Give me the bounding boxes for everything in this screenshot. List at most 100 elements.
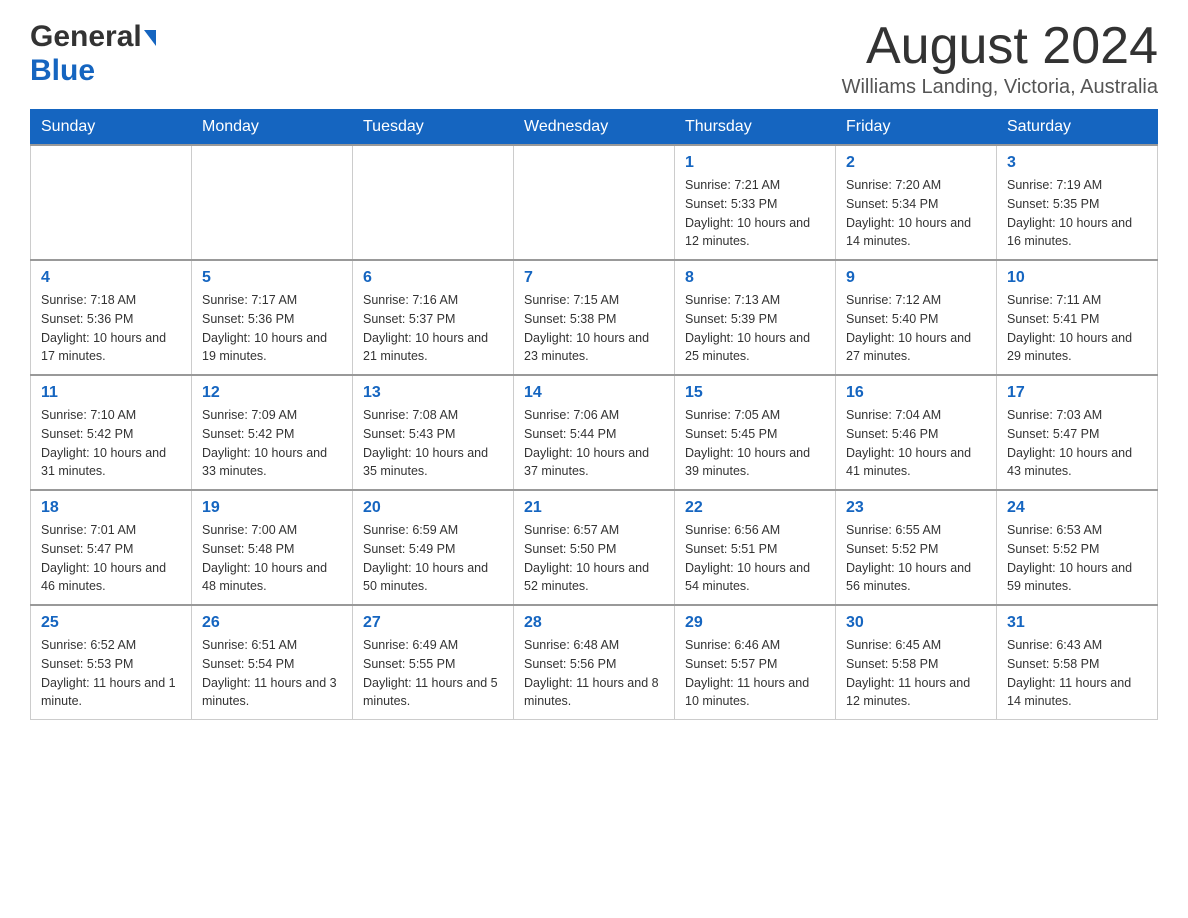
day-info: Sunrise: 7:06 AMSunset: 5:44 PMDaylight:… [524,406,664,481]
table-row: 26Sunrise: 6:51 AMSunset: 5:54 PMDayligh… [192,605,353,720]
day-number: 15 [685,384,825,402]
table-row: 19 Sunrise: 7:00 AMSunset: 5:48 PMDayligh… [192,490,353,605]
table-row: 28 Sunrise: 6:48 AMSunset: 5:56 PMDayligh… [514,605,675,720]
table-row: 9Sunrise: 7:12 AMSunset: 5:40 PMDaylight… [836,260,997,375]
table-row: 16 Sunrise: 7:04 AMSunset: 5:46 PMDayligh… [836,375,997,490]
day-info: Sunrise: 6:55 AMSunset: 5:52 PMDaylight:… [846,521,986,596]
col-wednesday: Wednesday [514,110,675,146]
day-number: 29 [685,614,825,632]
day-number: 8 [685,269,825,287]
day-info: Sunrise: 6:43 AMSunset: 5:58 PMDaylight:… [1007,636,1147,711]
day-number: 11 [41,384,181,402]
table-row: 20 Sunrise: 6:59 AMSunset: 5:49 PMDayligh… [353,490,514,605]
day-info: Sunrise: 6:57 AMSunset: 5:50 PMDaylight:… [524,521,664,596]
day-number: 14 [524,384,664,402]
table-row: 15 Sunrise: 7:05 AMSunset: 5:45 PMDayligh… [675,375,836,490]
day-info: Sunrise: 6:48 AMSunset: 5:56 PMDaylight:… [524,636,664,711]
day-number: 1 [685,154,825,172]
day-info: Sunrise: 7:16 AMSunset: 5:37 PMDaylight:… [363,291,503,366]
day-number: 19 [202,499,342,517]
subtitle: Williams Landing, Victoria, Australia [842,76,1158,99]
day-number: 22 [685,499,825,517]
day-info: Sunrise: 7:03 AMSunset: 5:47 PMDaylight:… [1007,406,1147,481]
table-row: 25Sunrise: 6:52 AMSunset: 5:53 PMDayligh… [31,605,192,720]
day-number: 6 [363,269,503,287]
day-number: 16 [846,384,986,402]
table-row: 14 Sunrise: 7:06 AMSunset: 5:44 PMDayligh… [514,375,675,490]
day-info: Sunrise: 7:01 AMSunset: 5:47 PMDaylight:… [41,521,181,596]
calendar-week-row: 4 Sunrise: 7:18 AMSunset: 5:36 PMDaylight… [31,260,1158,375]
day-number: 12 [202,384,342,402]
table-row: 23 Sunrise: 6:55 AMSunset: 5:52 PMDayligh… [836,490,997,605]
day-number: 7 [524,269,664,287]
table-row: 1 Sunrise: 7:21 AMSunset: 5:33 PMDaylight… [675,145,836,260]
day-number: 31 [1007,614,1147,632]
day-number: 18 [41,499,181,517]
col-sunday: Sunday [31,110,192,146]
day-info: Sunrise: 7:12 AMSunset: 5:40 PMDaylight:… [846,291,986,366]
day-number: 28 [524,614,664,632]
table-row [31,145,192,260]
table-row: 10Sunrise: 7:11 AMSunset: 5:41 PMDayligh… [997,260,1158,375]
day-info: Sunrise: 7:18 AMSunset: 5:36 PMDaylight:… [41,291,181,366]
day-info: Sunrise: 6:46 AMSunset: 5:57 PMDaylight:… [685,636,825,711]
day-number: 20 [363,499,503,517]
day-number: 17 [1007,384,1147,402]
day-number: 25 [41,614,181,632]
day-info: Sunrise: 6:59 AMSunset: 5:49 PMDaylight:… [363,521,503,596]
day-info: Sunrise: 7:21 AMSunset: 5:33 PMDaylight:… [685,176,825,251]
day-info: Sunrise: 7:11 AMSunset: 5:41 PMDaylight:… [1007,291,1147,366]
day-number: 30 [846,614,986,632]
table-row [514,145,675,260]
table-row: 5 Sunrise: 7:17 AMSunset: 5:36 PMDaylight… [192,260,353,375]
table-row: 30 Sunrise: 6:45 AMSunset: 5:58 PMDayligh… [836,605,997,720]
day-number: 24 [1007,499,1147,517]
table-row: 12 Sunrise: 7:09 AMSunset: 5:42 PMDayligh… [192,375,353,490]
calendar-header-row: Sunday Monday Tuesday Wednesday Thursday… [31,110,1158,146]
col-saturday: Saturday [997,110,1158,146]
calendar-week-row: 1 Sunrise: 7:21 AMSunset: 5:33 PMDaylight… [31,145,1158,260]
day-number: 2 [846,154,986,172]
day-info: Sunrise: 7:08 AMSunset: 5:43 PMDaylight:… [363,406,503,481]
title-section: August 2024 Williams Landing, Victoria, … [842,20,1158,99]
day-number: 5 [202,269,342,287]
logo: General Blue [30,20,156,88]
main-title: August 2024 [842,20,1158,72]
day-info: Sunrise: 6:45 AMSunset: 5:58 PMDaylight:… [846,636,986,711]
table-row: 8 Sunrise: 7:13 AMSunset: 5:39 PMDaylight… [675,260,836,375]
logo-general: General [30,20,156,54]
col-tuesday: Tuesday [353,110,514,146]
table-row: 17 Sunrise: 7:03 AMSunset: 5:47 PMDayligh… [997,375,1158,490]
table-row [192,145,353,260]
day-info: Sunrise: 6:53 AMSunset: 5:52 PMDaylight:… [1007,521,1147,596]
day-info: Sunrise: 7:09 AMSunset: 5:42 PMDaylight:… [202,406,342,481]
table-row: 2 Sunrise: 7:20 AMSunset: 5:34 PMDaylight… [836,145,997,260]
col-friday: Friday [836,110,997,146]
day-info: Sunrise: 7:05 AMSunset: 5:45 PMDaylight:… [685,406,825,481]
day-number: 3 [1007,154,1147,172]
day-info: Sunrise: 7:20 AMSunset: 5:34 PMDaylight:… [846,176,986,251]
table-row: 11Sunrise: 7:10 AMSunset: 5:42 PMDayligh… [31,375,192,490]
day-info: Sunrise: 6:49 AMSunset: 5:55 PMDaylight:… [363,636,503,711]
day-info: Sunrise: 7:13 AMSunset: 5:39 PMDaylight:… [685,291,825,366]
col-monday: Monday [192,110,353,146]
table-row: 29 Sunrise: 6:46 AMSunset: 5:57 PMDayligh… [675,605,836,720]
day-info: Sunrise: 7:19 AMSunset: 5:35 PMDaylight:… [1007,176,1147,251]
day-number: 23 [846,499,986,517]
table-row: 3 Sunrise: 7:19 AMSunset: 5:35 PMDaylight… [997,145,1158,260]
calendar-week-row: 25Sunrise: 6:52 AMSunset: 5:53 PMDayligh… [31,605,1158,720]
day-info: Sunrise: 7:00 AMSunset: 5:48 PMDaylight:… [202,521,342,596]
calendar-week-row: 11Sunrise: 7:10 AMSunset: 5:42 PMDayligh… [31,375,1158,490]
day-info: Sunrise: 7:04 AMSunset: 5:46 PMDaylight:… [846,406,986,481]
table-row: 6 Sunrise: 7:16 AMSunset: 5:37 PMDaylight… [353,260,514,375]
day-number: 26 [202,614,342,632]
table-row: 31 Sunrise: 6:43 AMSunset: 5:58 PMDayligh… [997,605,1158,720]
day-info: Sunrise: 7:17 AMSunset: 5:36 PMDaylight:… [202,291,342,366]
day-number: 4 [41,269,181,287]
table-row: 27Sunrise: 6:49 AMSunset: 5:55 PMDayligh… [353,605,514,720]
calendar-table: Sunday Monday Tuesday Wednesday Thursday… [30,109,1158,720]
table-row: 21Sunrise: 6:57 AMSunset: 5:50 PMDayligh… [514,490,675,605]
logo-blue: Blue [30,54,95,88]
table-row: 22 Sunrise: 6:56 AMSunset: 5:51 PMDayligh… [675,490,836,605]
day-info: Sunrise: 6:56 AMSunset: 5:51 PMDaylight:… [685,521,825,596]
